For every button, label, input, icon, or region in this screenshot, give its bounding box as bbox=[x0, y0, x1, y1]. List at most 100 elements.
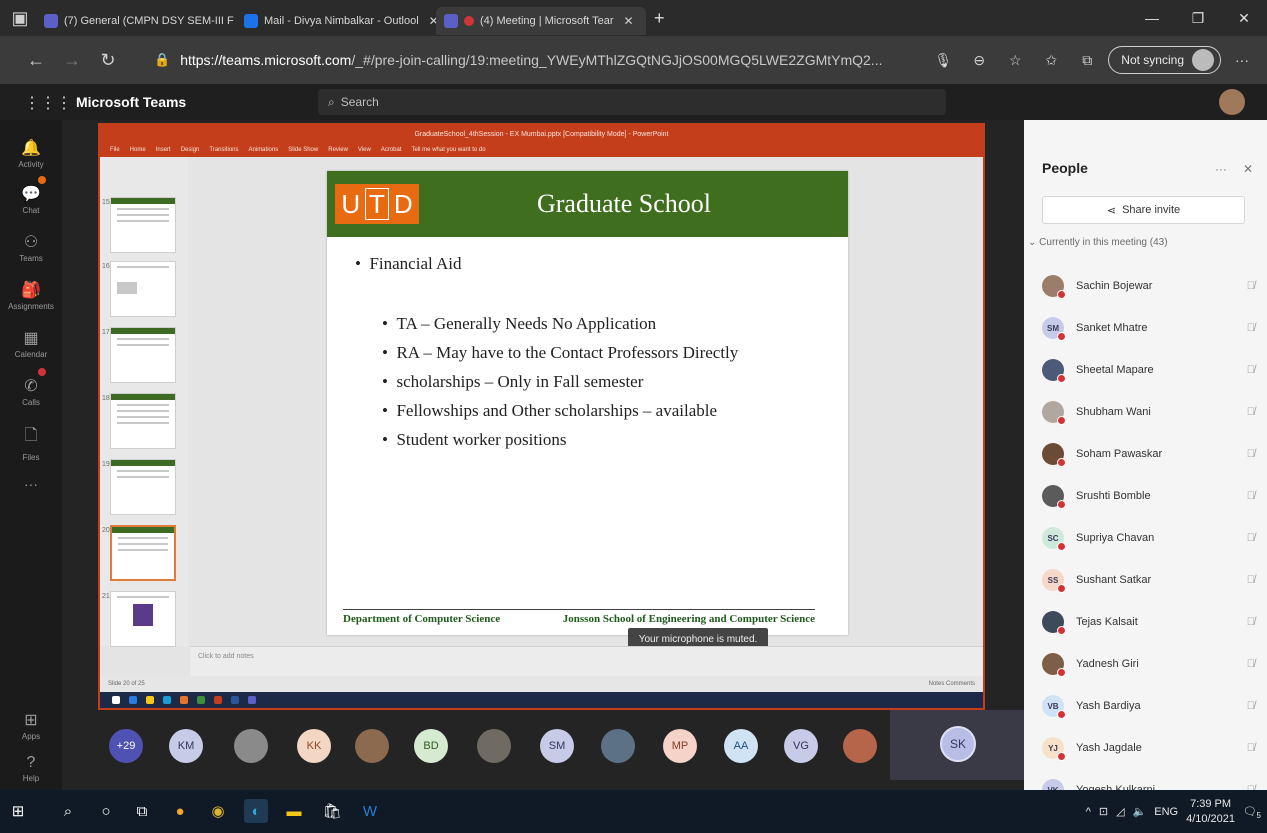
participant-row[interactable]: Shubham Wani 🎙̸ bbox=[1042, 391, 1255, 433]
zoom-icon[interactable]: ⊖ bbox=[964, 52, 994, 69]
address-actions: 🎙 ⊖ ☆ ✩ ⧉ Not syncing ··· bbox=[928, 44, 1267, 76]
participant-row[interactable]: Srushti Bomble 🎙̸ bbox=[1042, 475, 1255, 517]
file-explorer-icon[interactable]: ▬ bbox=[282, 799, 306, 823]
app-icon bbox=[197, 696, 205, 704]
rail-item-calendar[interactable]: ▦ Calendar bbox=[0, 328, 62, 359]
browser-tab-3[interactable]: (4) Meeting | Microsoft Tear ✕ bbox=[436, 7, 646, 35]
more-icon[interactable]: ··· bbox=[1227, 52, 1257, 68]
participant-avatar[interactable]: MP bbox=[663, 729, 697, 763]
url-field[interactable]: 🔒 https://teams.microsoft.com/_#/pre-joi… bbox=[146, 44, 976, 76]
presenter-taskbar bbox=[100, 692, 983, 708]
participant-avatar[interactable]: KM bbox=[169, 729, 203, 763]
close-icon[interactable]: ✕ bbox=[1243, 162, 1253, 176]
participant-row[interactable]: SS Sushant Satkar 🎙̸ bbox=[1042, 559, 1255, 601]
participant-avatar[interactable]: SM bbox=[540, 729, 574, 763]
profile-sync-button[interactable]: Not syncing bbox=[1108, 46, 1221, 74]
thumb-number: 19 bbox=[102, 461, 110, 468]
windows-taskbar: ⊞ ⌕ ○ ⧉ ● ◉ ◐ ▬ 🛍 W ^ ⊡ ◿ 🔈 ENG 7:39 PM … bbox=[0, 790, 1267, 833]
search-icon: ⌕ bbox=[328, 94, 335, 109]
participant-avatar[interactable] bbox=[601, 729, 635, 763]
participant-avatar[interactable]: KK bbox=[297, 729, 331, 763]
paint-icon[interactable]: ● bbox=[168, 799, 192, 823]
network-icon[interactable]: ⊡ bbox=[1099, 805, 1108, 818]
participant-row[interactable]: SM Sanket Mhatre 🎙̸ bbox=[1042, 307, 1255, 349]
close-icon[interactable]: ✕ bbox=[429, 14, 436, 28]
participant-name: Yash Bardiya bbox=[1076, 700, 1141, 712]
participant-avatar[interactable] bbox=[477, 729, 511, 763]
slide-subbullets: • TA – Generally Needs No Application • … bbox=[382, 314, 738, 459]
chrome-icon[interactable]: ◉ bbox=[206, 799, 230, 823]
refresh-icon[interactable]: ↻ bbox=[90, 42, 126, 78]
slide-thumb bbox=[110, 327, 176, 383]
collections-icon[interactable]: ⧉ bbox=[1072, 52, 1102, 69]
participant-avatar[interactable]: AA bbox=[724, 729, 758, 763]
participant-avatar[interactable] bbox=[843, 729, 877, 763]
store-icon[interactable]: 🛍 bbox=[320, 799, 344, 823]
logo-letter: U bbox=[341, 188, 361, 219]
ppt-statusbar: Slide 20 of 25 Notes Comments bbox=[100, 676, 983, 692]
lock-icon[interactable]: 🔒 bbox=[154, 52, 170, 68]
participant-avatar[interactable] bbox=[355, 729, 389, 763]
rail-item-apps[interactable]: ⊞ Apps bbox=[0, 710, 62, 741]
app-launcher-icon[interactable]: ⋮⋮⋮ bbox=[24, 93, 72, 113]
participant-name: Sanket Mhatre bbox=[1076, 322, 1148, 334]
overflow-count[interactable]: +29 bbox=[109, 729, 143, 763]
more-options-icon[interactable]: ··· bbox=[1215, 162, 1227, 176]
participant-row[interactable]: VB Yash Bardiya 🎙̸ bbox=[1042, 685, 1255, 727]
participant-row[interactable]: Yadnesh Giri 🎙̸ bbox=[1042, 643, 1255, 685]
slide-thumb-selected bbox=[110, 525, 176, 581]
show-hidden-icon[interactable]: ^ bbox=[1086, 806, 1091, 818]
close-window-icon[interactable]: ✕ bbox=[1221, 0, 1267, 36]
ribbon-tab: Slide Show bbox=[288, 147, 319, 153]
rail-item-files[interactable]: 🗋 Files bbox=[0, 424, 62, 462]
section-header[interactable]: ⌄ Currently in this meeting (43) bbox=[1028, 237, 1168, 248]
word-icon[interactable]: W bbox=[358, 799, 382, 823]
forward-icon[interactable]: → bbox=[54, 42, 90, 78]
share-invite-button[interactable]: ⋖ Share invite bbox=[1042, 196, 1245, 224]
more-apps-icon[interactable]: ··· bbox=[0, 476, 62, 492]
back-icon[interactable]: ← bbox=[18, 42, 54, 78]
participant-avatar[interactable] bbox=[234, 729, 268, 763]
participant-avatar[interactable]: VG bbox=[784, 729, 818, 763]
tab-actions-icon[interactable]: ▣ bbox=[4, 0, 36, 36]
search-icon[interactable]: ⌕ bbox=[56, 799, 80, 823]
participant-row[interactable]: SC Supriya Chavan 🎙̸ bbox=[1042, 517, 1255, 559]
favorites-icon[interactable]: ✩ bbox=[1036, 52, 1066, 69]
participant-row[interactable]: Soham Pawaskar 🎙̸ bbox=[1042, 433, 1255, 475]
cortana-icon[interactable]: ○ bbox=[94, 799, 118, 823]
app-icon bbox=[129, 696, 137, 704]
favorite-add-icon[interactable]: ☆ bbox=[1000, 52, 1030, 69]
browser-tab-2[interactable]: Mail - Divya Nimbalkar - Outlool ✕ bbox=[236, 7, 436, 35]
rail-item-chat[interactable]: 💬 Chat bbox=[0, 184, 62, 215]
minimize-icon[interactable]: — bbox=[1129, 0, 1175, 36]
windows-start-icon[interactable]: ⊞ bbox=[6, 799, 30, 823]
notification-icon[interactable]: 🗨 5 bbox=[1243, 805, 1261, 820]
restore-icon[interactable]: ❐ bbox=[1175, 0, 1221, 36]
participant-avatar[interactable]: BD bbox=[414, 729, 448, 763]
wifi-icon[interactable]: ◿ bbox=[1116, 805, 1124, 818]
rail-item-activity[interactable]: 🔔 Activity bbox=[0, 138, 62, 169]
rail-item-assignments[interactable]: 🎒 Assignments bbox=[0, 280, 62, 311]
participant-row[interactable]: YJ Yash Jagdale 🎙̸ bbox=[1042, 727, 1255, 769]
subbullet-text: Fellowships and Other scholarships – ava… bbox=[396, 401, 718, 420]
search-input[interactable]: ⌕ Search bbox=[318, 89, 946, 115]
avatar bbox=[1042, 275, 1066, 299]
volume-icon[interactable]: 🔈 bbox=[1133, 805, 1147, 818]
participant-row[interactable]: Tejas Kalsait 🎙̸ bbox=[1042, 601, 1255, 643]
edge-icon[interactable]: ◐ bbox=[244, 799, 268, 823]
avatar[interactable] bbox=[1219, 89, 1245, 115]
self-video-tile[interactable]: SK bbox=[890, 710, 1024, 780]
rail-item-calls[interactable]: ✆ Calls bbox=[0, 376, 62, 407]
slide-header: U T D Graduate School bbox=[327, 171, 848, 237]
participant-row[interactable]: Sheetal Mapare 🎙̸ bbox=[1042, 349, 1255, 391]
clock[interactable]: 7:39 PM 4/10/2021 bbox=[1186, 797, 1235, 827]
language-indicator[interactable]: ENG bbox=[1154, 806, 1178, 818]
close-icon[interactable]: ✕ bbox=[623, 14, 633, 28]
rail-item-teams[interactable]: ⚇ Teams bbox=[0, 232, 62, 263]
microphone-icon[interactable]: 🎙 bbox=[928, 52, 958, 69]
participant-row[interactable]: Sachin Bojewar 🎙̸ bbox=[1042, 265, 1255, 307]
new-tab-icon[interactable]: + bbox=[654, 8, 665, 29]
task-view-icon[interactable]: ⧉ bbox=[130, 799, 154, 823]
browser-tab-1[interactable]: (7) General (CMPN DSY SEM-III F ✕ bbox=[36, 7, 236, 35]
rail-item-help[interactable]: ? Help bbox=[0, 754, 62, 783]
